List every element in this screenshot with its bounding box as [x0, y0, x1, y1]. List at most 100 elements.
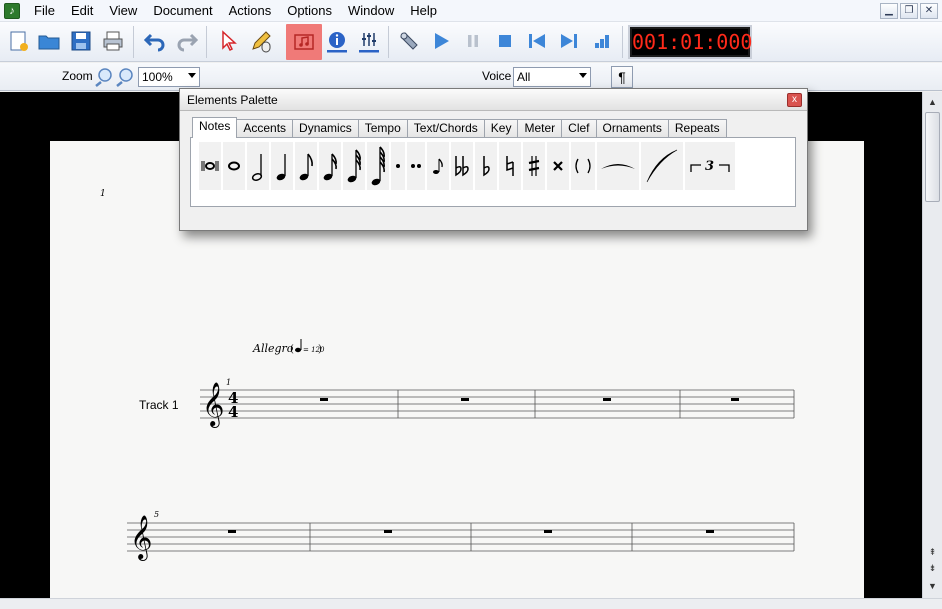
natural-icon — [506, 156, 514, 176]
time-signature-bottom: 4 — [228, 403, 238, 421]
svg-text:3: 3 — [705, 159, 714, 174]
tab-text-chords[interactable]: Text/Chords — [406, 119, 485, 138]
tab-dynamics[interactable]: Dynamics — [292, 119, 359, 138]
mixer-button[interactable] — [354, 26, 384, 56]
scroll-down-icon[interactable]: ▼ — [925, 578, 940, 594]
midi-input-button[interactable] — [286, 24, 322, 60]
position-counter: 001:01:000 — [628, 25, 752, 59]
tie-icon — [601, 164, 635, 169]
fast-forward-button[interactable] — [554, 26, 584, 56]
scroll-up-page-icon[interactable]: ⇞ — [925, 544, 940, 560]
dot-button[interactable] — [391, 142, 405, 190]
info-icon — [327, 32, 347, 53]
double-sharp-icon — [553, 161, 563, 171]
position-counter-value: 001:01:000 — [632, 29, 753, 55]
slur-icon — [646, 149, 678, 183]
chevron-down-icon — [579, 73, 587, 78]
tab-meter[interactable]: Meter — [517, 119, 563, 138]
menu-window[interactable]: Window — [340, 1, 402, 21]
palette-close-button[interactable]: x — [787, 93, 802, 107]
menu-file[interactable]: File — [26, 1, 63, 21]
vertical-scrollbar[interactable]: ▲ ⇞ ⇟ ▼ — [922, 92, 942, 598]
minimize-button[interactable]: ▁ — [880, 3, 898, 19]
natural-button[interactable] — [499, 142, 521, 190]
record-button[interactable] — [586, 26, 616, 56]
save-button[interactable] — [66, 26, 96, 56]
parentheses-button[interactable] — [571, 142, 595, 190]
app-icon[interactable]: ♪ — [4, 2, 20, 19]
open-button[interactable] — [34, 26, 64, 56]
treble-clef-icon: 𝄞 — [130, 515, 152, 561]
close-window-button[interactable]: ✕ — [920, 3, 938, 19]
zoom-out-button[interactable] — [94, 67, 114, 87]
edit-tool-button[interactable] — [246, 26, 276, 56]
whole-note-button[interactable] — [223, 142, 245, 190]
show-marks-button[interactable]: ¶ — [611, 66, 633, 88]
new-document-button[interactable] — [4, 26, 34, 56]
double-flat-button[interactable] — [451, 142, 473, 190]
tab-notes[interactable]: Notes — [192, 117, 238, 138]
sharp-button[interactable] — [523, 142, 545, 190]
tempo-note-icon — [295, 347, 301, 353]
treble-clef-icon: 𝄞 — [202, 382, 224, 428]
tab-ornaments[interactable]: Ornaments — [595, 119, 669, 138]
undo-button[interactable] — [140, 26, 170, 56]
measure-number: 1 — [226, 378, 231, 387]
triplet-button[interactable]: 3 — [685, 142, 735, 190]
tab-accents[interactable]: Accents — [236, 119, 294, 138]
voice-select[interactable]: All — [513, 67, 591, 87]
slur-button[interactable] — [641, 142, 683, 190]
zoom-select[interactable]: 100% — [138, 67, 200, 87]
stop-icon — [499, 35, 511, 47]
horizontal-scrollbar[interactable] — [0, 598, 942, 609]
tab-key[interactable]: Key — [483, 119, 519, 138]
print-button[interactable] — [98, 26, 128, 56]
double-sharp-button[interactable] — [547, 142, 569, 190]
half-note-button[interactable] — [247, 142, 269, 190]
zoom-in-button[interactable] — [115, 67, 135, 87]
zoom-in-icon — [116, 68, 133, 87]
menu-actions[interactable]: Actions — [221, 1, 280, 21]
scroll-up-icon[interactable]: ▲ — [925, 94, 940, 110]
menu-view[interactable]: View — [101, 1, 145, 21]
pause-button[interactable] — [458, 26, 488, 56]
tab-repeats[interactable]: Repeats — [667, 119, 727, 138]
scroll-down-page-icon[interactable]: ⇟ — [925, 560, 940, 576]
scrollbar-thumb[interactable] — [925, 112, 940, 202]
eighth-note-button[interactable] — [295, 142, 317, 190]
menu-edit[interactable]: Edit — [63, 1, 101, 21]
stop-button[interactable] — [490, 26, 520, 56]
palette-title[interactable]: Elements Palette — [180, 89, 807, 111]
menu-document[interactable]: Document — [145, 1, 220, 21]
whole-rests-1 — [320, 398, 739, 401]
tools-button[interactable] — [394, 26, 424, 56]
page-number: 1 — [100, 189, 106, 199]
rewind-button[interactable] — [522, 26, 552, 56]
tie-button[interactable] — [597, 142, 639, 190]
sixteenth-note-icon — [323, 153, 337, 181]
notes-panel: 3 — [190, 137, 796, 207]
flat-icon — [483, 156, 490, 177]
info-button[interactable] — [322, 26, 352, 56]
restore-button[interactable]: ❐ — [900, 3, 918, 19]
printer-icon — [103, 31, 123, 51]
undo-icon — [143, 33, 165, 52]
quarter-note-button[interactable] — [271, 142, 293, 190]
grace-note-button[interactable] — [427, 142, 449, 190]
sixty-fourth-note-button[interactable] — [367, 142, 389, 190]
select-tool-button[interactable] — [214, 26, 244, 56]
sixteenth-note-button[interactable] — [319, 142, 341, 190]
menu-options[interactable]: Options — [279, 1, 340, 21]
double-dot-button[interactable] — [407, 142, 425, 190]
double-whole-note-button[interactable] — [199, 142, 221, 190]
triplet-icon: 3 — [690, 159, 730, 174]
flat-button[interactable] — [475, 142, 497, 190]
zoom-bar: Zoom 100% Voice All ¶ — [0, 63, 942, 91]
tab-tempo[interactable]: Tempo — [357, 119, 408, 138]
double-whole-note-icon — [201, 161, 219, 171]
tab-clef[interactable]: Clef — [561, 119, 597, 138]
play-button[interactable] — [426, 26, 456, 56]
menu-help[interactable]: Help — [402, 1, 445, 21]
thirty-second-note-button[interactable] — [343, 142, 365, 190]
redo-button[interactable] — [172, 26, 202, 56]
